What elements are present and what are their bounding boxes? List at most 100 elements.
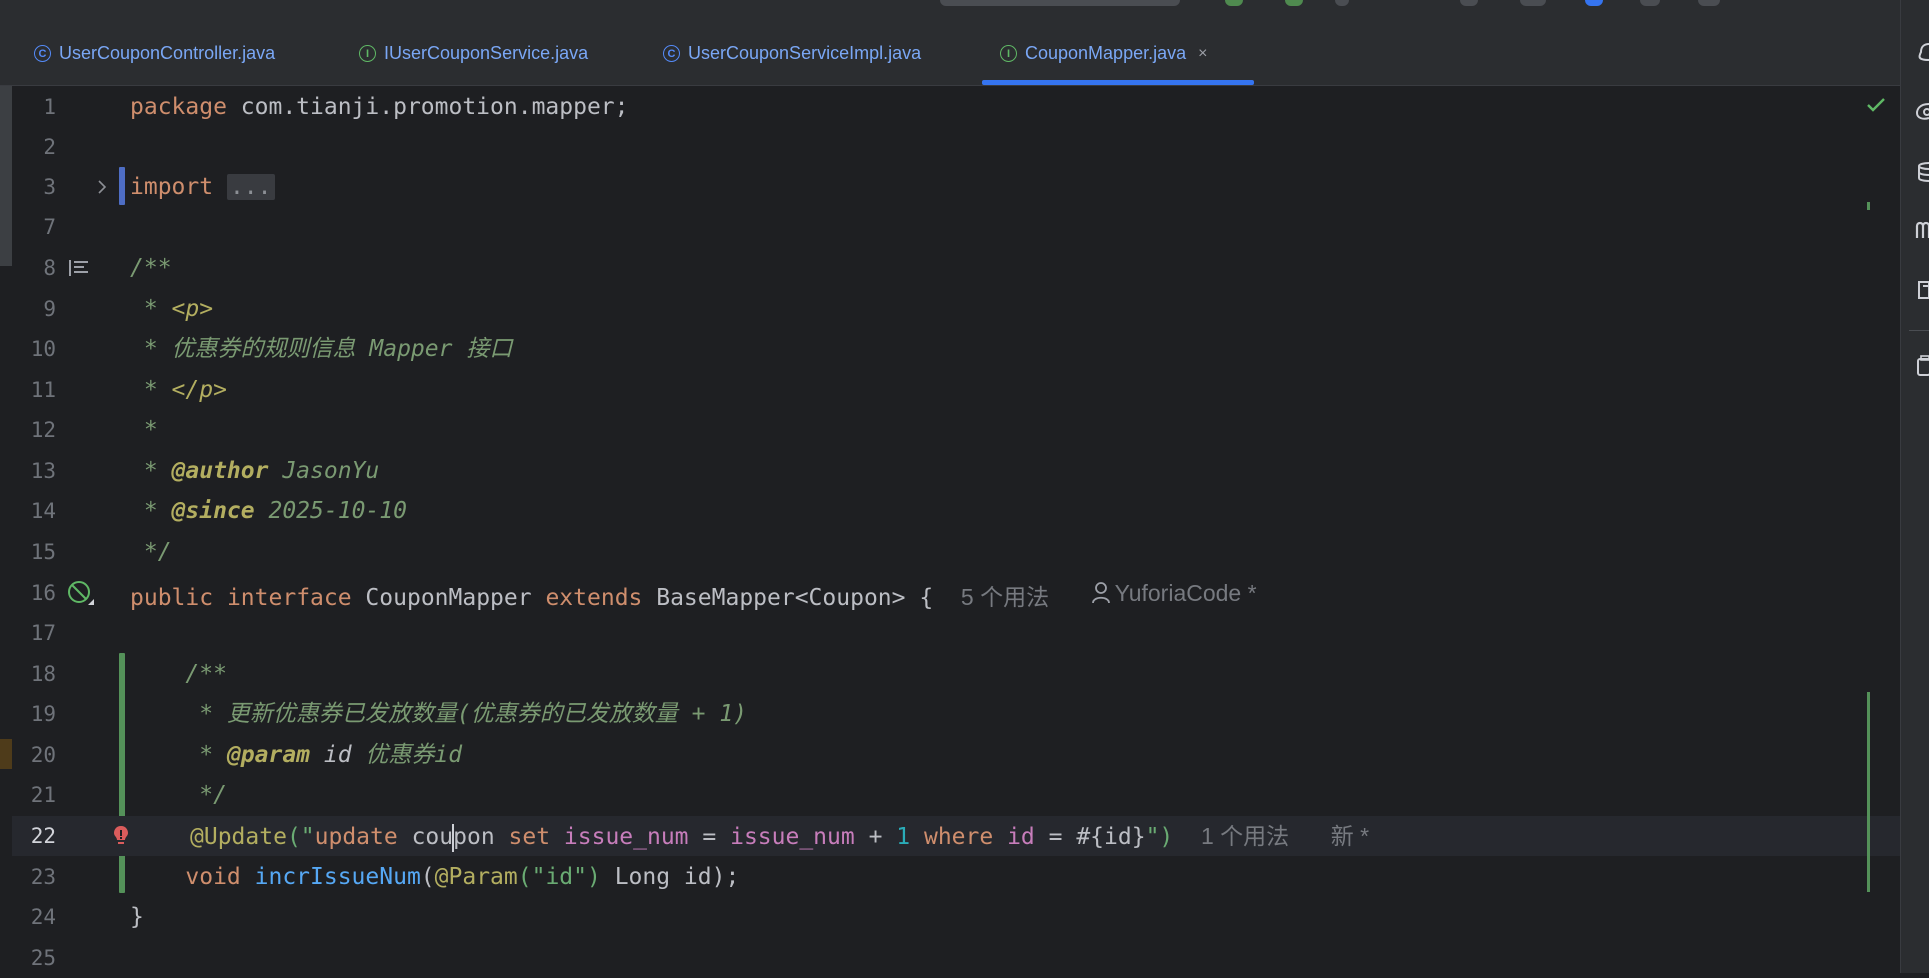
annotation: @Update	[190, 824, 287, 850]
code-text: /**	[130, 661, 227, 687]
code-text: * @since 2025-10-10	[130, 491, 407, 531]
code-line[interactable]: 25	[12, 938, 1900, 978]
mybatis-implemented-icon[interactable]	[66, 579, 96, 609]
sql-number: 1	[896, 824, 911, 850]
toolbar-debug-icon[interactable]	[1285, 0, 1303, 6]
no-problems-check-icon[interactable]	[1866, 96, 1886, 114]
class-icon: C	[663, 45, 680, 62]
interface-icon: I	[1000, 45, 1017, 62]
sql-column: id	[993, 824, 1035, 850]
line-number: 20	[30, 743, 56, 767]
code-line[interactable]: 16 public interface CouponMapper extends…	[12, 573, 1900, 613]
html-tag: </p>	[171, 377, 227, 403]
tab-user-coupon-service-impl[interactable]: C UserCouponServiceImpl.java	[663, 22, 921, 85]
line-number: 11	[30, 378, 56, 402]
code-line[interactable]: 3 import ...	[12, 167, 1900, 207]
code-line[interactable]: 10 * 优惠券的规则信息 Mapper 接口	[12, 329, 1900, 369]
maven-icon[interactable]	[1915, 218, 1929, 242]
code-text: *	[130, 417, 158, 443]
code-line[interactable]: 23 void incrIssueNum(@Param("id") Long i…	[12, 857, 1900, 897]
left-scroll-strip[interactable]	[0, 86, 12, 973]
right-tool-strip	[1900, 0, 1929, 973]
usage-hint[interactable]: 5 个用法	[961, 584, 1049, 610]
sql-op: =	[1034, 824, 1077, 850]
sql-keyword: where	[910, 824, 994, 850]
stripe-marker[interactable]	[1867, 202, 1870, 210]
doc-prefix: *	[130, 458, 172, 484]
line-number: 23	[30, 865, 56, 889]
doc-value: 2025-10-10	[254, 498, 407, 524]
tab-label: UserCouponServiceImpl.java	[688, 43, 922, 63]
class-name: CouponMapper	[351, 585, 546, 611]
code-line[interactable]: 11 * </p>	[12, 370, 1900, 410]
line-number: 13	[30, 459, 56, 483]
folded-imports[interactable]: ...	[226, 174, 275, 200]
keyword: extends	[545, 585, 643, 611]
sql-param: #{id}	[1076, 824, 1146, 850]
tab-coupon-mapper[interactable]: I CouponMapper.java ×	[982, 22, 1254, 85]
toolbar-translate-icon[interactable]	[1520, 0, 1546, 6]
code-text: package com.tianji.promotion.mapper;	[130, 87, 629, 127]
tab-i-user-coupon-service[interactable]: I IUserCouponService.java	[359, 22, 588, 85]
line-number: 1	[43, 95, 56, 119]
toolbar-run-icon[interactable]	[1225, 0, 1243, 6]
code-line[interactable]: 13 * @author JasonYu	[12, 451, 1900, 491]
code-text: * 优惠券的规则信息 Mapper 接口	[130, 336, 513, 362]
code-line[interactable]: 24 }	[12, 897, 1900, 937]
lightbulb-error-icon[interactable]	[112, 824, 130, 848]
interface-icon: I	[359, 45, 376, 62]
code-line[interactable]: 2	[12, 127, 1900, 167]
tool-strip-divider	[1909, 330, 1929, 331]
new-hint[interactable]: 新 *	[1331, 823, 1369, 849]
database-icon[interactable]	[1915, 160, 1929, 184]
doc-tag: @author	[171, 458, 269, 484]
toolbar-ai-icon[interactable]	[1585, 0, 1603, 6]
code-line-current[interactable]: 22 @Update("update coupon set issue_num …	[12, 816, 1900, 856]
keyword: package	[130, 94, 227, 120]
render-doc-icon[interactable]	[68, 258, 90, 278]
line-number: 10	[30, 337, 56, 361]
code-line[interactable]: 15 */	[12, 532, 1900, 572]
stripe-marker[interactable]	[1867, 692, 1870, 892]
close-icon[interactable]: ×	[1198, 45, 1207, 63]
code-line[interactable]: 7	[12, 207, 1900, 247]
doc-prefix: *	[130, 296, 172, 322]
line-number: 8	[43, 256, 56, 280]
code-text: * <p>	[130, 289, 213, 329]
code-line[interactable]: 1 package com.tianji.promotion.mapper;	[12, 87, 1900, 127]
author-hint[interactable]: YuforiaCode *	[1091, 573, 1257, 613]
ai-assistant-icon[interactable]	[1915, 100, 1929, 124]
html-tag: <p>	[171, 296, 214, 322]
line-number: 21	[30, 783, 56, 807]
toolbar-run-config[interactable]	[940, 0, 1180, 6]
tab-user-coupon-controller[interactable]: C UserCouponController.java	[34, 22, 275, 85]
fold-expand-icon[interactable]	[96, 179, 108, 195]
code-line[interactable]: 14 * @since 2025-10-10	[12, 491, 1900, 531]
plugin-icon[interactable]	[1915, 278, 1929, 302]
toolbar-search-icon[interactable]	[1640, 0, 1660, 6]
toolbar-vcs-icon[interactable]	[1460, 0, 1478, 6]
code-line[interactable]: 19 * 更新优惠券已发放数量(优惠券的已发放数量 + 1)	[12, 694, 1900, 734]
param-rest: Long id);	[600, 864, 740, 890]
code-line[interactable]: 20 * @param id 优惠券id	[12, 735, 1900, 775]
usage-hint[interactable]: 1 个用法	[1201, 823, 1289, 849]
toolbar-settings-icon[interactable]	[1698, 0, 1720, 6]
notifications-icon[interactable]	[1915, 40, 1929, 64]
code-line[interactable]: 17	[12, 613, 1900, 653]
code-line[interactable]: 9 * <p>	[12, 289, 1900, 329]
doc-prefix: *	[130, 498, 172, 524]
code-text: * @author JasonYu	[130, 451, 379, 491]
keyword: import	[130, 174, 214, 200]
scroll-thumb[interactable]	[0, 86, 12, 266]
code-text: void incrIssueNum(@Param("id") Long id);	[130, 857, 739, 897]
code-line[interactable]: 8 /**	[12, 248, 1900, 288]
code-line[interactable]: 12 *	[12, 410, 1900, 450]
code-text: /**	[130, 255, 172, 281]
toolbar-more-icon[interactable]	[1335, 0, 1349, 6]
code-line[interactable]: 21 */	[12, 775, 1900, 815]
clipboard-icon[interactable]	[1915, 354, 1929, 378]
code-line[interactable]: 18 /**	[12, 654, 1900, 694]
sql-column: issue_num	[550, 824, 689, 850]
doc-prefix: *	[130, 377, 172, 403]
line-number: 22	[30, 824, 56, 848]
